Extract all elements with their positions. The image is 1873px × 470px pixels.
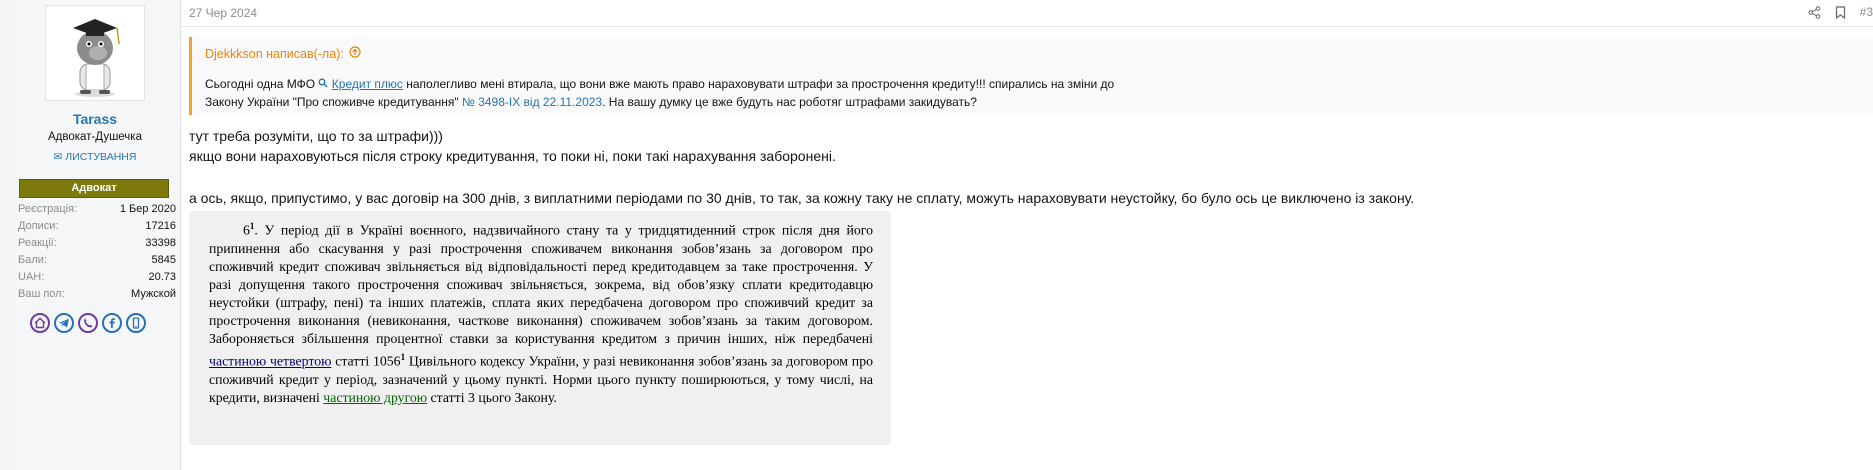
stat-row-uah: UAH: 20.73	[18, 269, 176, 286]
law-text: статті 3 цього Закону.	[427, 390, 557, 406]
stat-value: 33398	[145, 237, 176, 249]
header-divider	[181, 26, 1873, 27]
message-line-3: а ось, якщо, припустимо, у вас договір н…	[189, 190, 1415, 206]
messaging-link[interactable]: ✉ ЛИСТУВАННЯ	[10, 151, 180, 163]
envelope-icon: ✉	[53, 151, 63, 163]
home-icon[interactable]	[30, 313, 50, 333]
quote-author-label: Djekkkson написав(-ла):	[205, 46, 344, 61]
law-text: . У період дії в Україні воєнного, надзв…	[209, 222, 873, 347]
stat-value: 20.73	[148, 271, 176, 283]
username[interactable]: Tarass	[10, 111, 180, 127]
post-number[interactable]: #3	[1860, 5, 1873, 19]
messaging-link-label: ЛИСТУВАННЯ	[65, 151, 137, 163]
stat-row-posts: Дописи: 17216	[18, 218, 176, 235]
bookmark-icon[interactable]	[1835, 5, 1846, 19]
quote-text: Сьогодні одна МФО	[205, 77, 319, 91]
creditor-link[interactable]: Кредит плюс	[332, 77, 403, 91]
quote-line-1: Сьогодні одна МФО Кредит плюс наполеглив…	[205, 77, 1114, 91]
stat-value: 1 Бер 2020	[119, 203, 176, 215]
quote-author[interactable]: Djekkkson написав(-ла):	[205, 46, 361, 61]
avatar[interactable]	[45, 5, 145, 101]
stat-row-reactions: Реакції: 33398	[18, 235, 176, 252]
social-links	[30, 313, 146, 333]
telegram-icon[interactable]	[54, 313, 74, 333]
law-link-part-two[interactable]: частиною другою	[323, 390, 427, 405]
user-title: Адвокат-Душечка	[48, 131, 142, 143]
user-info-column: Tarass Адвокат-Душечка ✉ ЛИСТУВАННЯ Адво…	[10, 0, 181, 470]
message-line-2: якщо вони нараховуються після строку кре…	[189, 148, 836, 164]
stat-label: Реєстрація:	[18, 203, 78, 215]
law-point-number: 6	[243, 222, 250, 238]
message-line-1: тут треба розуміти, що то за штрафи)))	[189, 128, 443, 144]
post-date[interactable]: 27 Чер 2024	[189, 6, 257, 20]
share-icon[interactable]	[1808, 5, 1821, 19]
phone-icon[interactable]	[126, 313, 146, 333]
quote-text: . На вашу думку це вже будуть нас роботя…	[602, 95, 977, 109]
user-badge: Адвокат	[19, 179, 169, 198]
quote-text: Закону України "Про споживче кредитуванн…	[205, 95, 462, 109]
quote-block: Djekkkson написав(-ла): Сьогодні одна МФ…	[189, 37, 1873, 115]
stat-label: Реакції:	[18, 237, 57, 249]
stat-value: 5845	[151, 254, 176, 266]
stat-label: Дописи:	[18, 220, 59, 232]
post-header-actions: #3	[1808, 5, 1873, 19]
facebook-icon[interactable]	[102, 313, 122, 333]
viber-icon[interactable]	[78, 313, 98, 333]
search-icon	[318, 77, 328, 91]
law-link[interactable]: № 3498-IX від 22.11.2023	[462, 95, 602, 109]
stat-row-gender: Ваш пол: Мужской	[18, 286, 176, 303]
law-link-part-four[interactable]: частиною четвертою	[209, 354, 331, 369]
stat-label: Бали:	[18, 254, 47, 266]
stat-label: Ваш пол:	[18, 288, 65, 300]
user-stats: Реєстрація: 1 Бер 2020 Дописи: 17216 Реакц…	[18, 201, 176, 303]
law-paragraph: 61. У період дії в Україні воєнного, над…	[209, 217, 873, 407]
law-excerpt-image: 61. У період дії в Україні воєнного, над…	[189, 211, 891, 445]
stat-value: 17216	[145, 220, 176, 232]
arrow-up-circle-icon[interactable]	[349, 46, 361, 61]
stat-row-registration: Реєстрація: 1 Бер 2020	[18, 201, 176, 218]
quote-text: наполегливо мені втирала, що вони вже ма…	[402, 77, 1115, 91]
quote-line-2: Закону України "Про споживче кредитуванн…	[205, 95, 977, 109]
stat-value: Мужской	[131, 288, 176, 300]
law-text: статті 1056	[331, 353, 401, 369]
stat-row-points: Бали: 5845	[18, 252, 176, 269]
stat-label: UAH:	[18, 271, 45, 283]
